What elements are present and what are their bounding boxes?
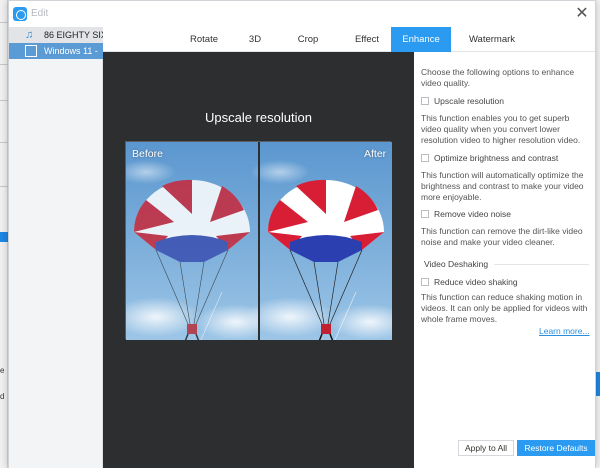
background-app-left: e d (0, 0, 8, 468)
file-list-item-selected[interactable]: Windows 11 - (9, 43, 103, 59)
preview-area: Upscale resolution Before After (103, 52, 414, 468)
background-text: d (0, 392, 5, 401)
windows-logo-icon (25, 45, 37, 57)
intro-text: Choose the following options to enhance … (421, 67, 575, 88)
before-label: Before (132, 148, 163, 160)
tab-crop[interactable]: Crop (278, 27, 338, 52)
remove-noise-checkbox[interactable]: Remove video noise (421, 208, 511, 220)
tab-watermark[interactable]: Watermark (451, 27, 533, 52)
background-text: e (0, 366, 5, 375)
section-divider (494, 264, 589, 265)
title-bar: Edit ✕ (9, 1, 595, 27)
tab-enhance[interactable]: Enhance (391, 27, 451, 52)
tab-3d[interactable]: 3D (240, 27, 270, 52)
checkbox-box[interactable] (421, 277, 429, 286)
edit-dialog: Edit ✕ ♫ 86 EIGHTY SIX... Windows 11 - R… (8, 0, 596, 468)
learn-more-link[interactable]: Learn more... (539, 326, 590, 336)
option-label: Reduce video shaking (434, 277, 518, 287)
preview-title: Upscale resolution (205, 110, 312, 125)
optimize-brightness-checkbox[interactable]: Optimize brightness and contrast (421, 152, 558, 164)
checkbox-box[interactable] (421, 209, 429, 218)
tab-effect[interactable]: Effect (338, 27, 396, 52)
before-after-comparison: Before After (125, 141, 392, 340)
file-list-item[interactable]: ♫ 86 EIGHTY SIX... (9, 27, 103, 43)
after-label: After (364, 148, 387, 160)
file-name: Windows 11 - (44, 46, 98, 56)
background-highlight (0, 232, 8, 242)
parachute-image (126, 142, 392, 340)
window-title: Edit (31, 8, 49, 19)
tab-bar: Rotate 3D Crop Effect Enhance Watermark (103, 27, 595, 52)
section-title: Video Deshaking (424, 259, 489, 269)
option-description: This function can reduce shaking motion … (421, 292, 588, 324)
music-note-icon: ♫ (25, 29, 34, 41)
file-name: 86 EIGHTY SIX... (44, 30, 103, 40)
reduce-shaking-checkbox[interactable]: Reduce video shaking (421, 276, 518, 288)
close-button[interactable]: ✕ (573, 5, 591, 23)
option-description: This function can remove the dirt-like v… (421, 226, 583, 247)
option-label: Remove video noise (434, 209, 512, 219)
tab-rotate[interactable]: Rotate (168, 27, 240, 52)
checkbox-box[interactable] (421, 153, 429, 162)
option-description: This function enables you to get superb … (421, 113, 581, 145)
option-description: This function will automatically optimiz… (421, 170, 584, 202)
upscale-resolution-checkbox[interactable]: Upscale resolution (421, 95, 504, 107)
app-logo-icon (13, 7, 27, 21)
apply-to-all-button[interactable]: Apply to All (458, 440, 514, 456)
file-list: ♫ 86 EIGHTY SIX... Windows 11 - (9, 27, 103, 468)
restore-defaults-button[interactable]: Restore Defaults (517, 440, 595, 456)
enhance-options-panel: Choose the following options to enhance … (414, 52, 595, 468)
option-label: Optimize brightness and contrast (434, 153, 559, 163)
option-label: Upscale resolution (434, 96, 504, 106)
checkbox-box[interactable] (421, 96, 429, 105)
